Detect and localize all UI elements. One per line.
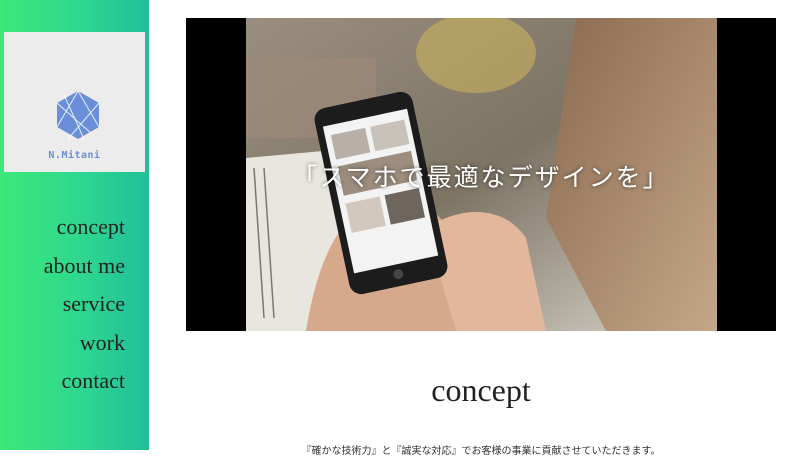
nav-item-concept[interactable]: concept bbox=[0, 208, 149, 247]
logo[interactable]: N.Mitani bbox=[4, 32, 145, 172]
nav-item-contact[interactable]: contact bbox=[0, 362, 149, 401]
section-title: concept bbox=[431, 372, 531, 408]
nav-item-work[interactable]: work bbox=[0, 324, 149, 363]
nav-item-service[interactable]: service bbox=[0, 285, 149, 324]
main-nav: concept about me service work contact bbox=[0, 208, 149, 401]
hexagon-logo-icon bbox=[56, 90, 100, 140]
sidebar: N.Mitani concept about me service work c… bbox=[0, 0, 149, 450]
hero-caption: 「スマホで最適なデザインを」 bbox=[292, 163, 670, 192]
nav-item-about-me[interactable]: about me bbox=[0, 247, 149, 286]
logo-text: N.Mitani bbox=[48, 150, 101, 161]
hero-banner: 「スマホで最適なデザインを」 bbox=[186, 18, 776, 331]
